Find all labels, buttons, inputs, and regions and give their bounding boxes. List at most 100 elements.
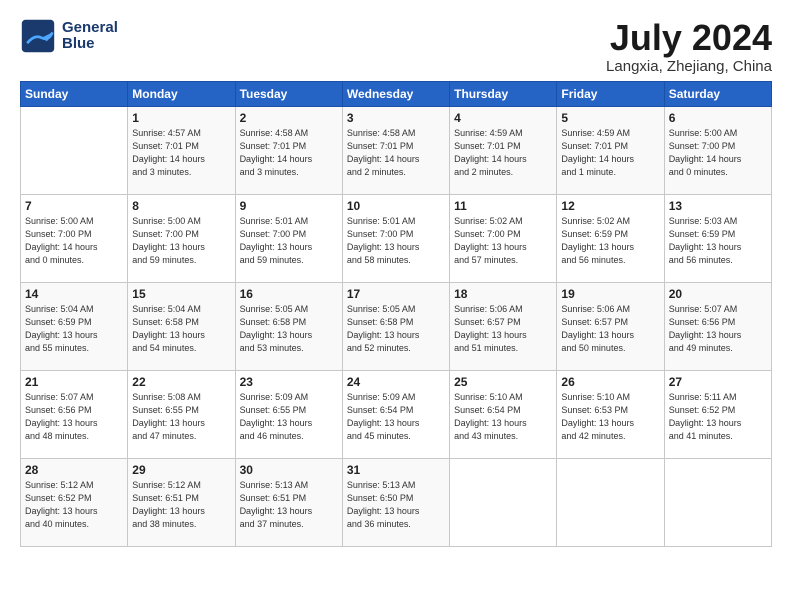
day-number: 19 [561, 287, 659, 301]
day-cell: 18Sunrise: 5:06 AMSunset: 6:57 PMDayligh… [450, 282, 557, 370]
day-number: 11 [454, 199, 552, 213]
day-cell: 27 Sunrise: 5:11 AMSunset: 6:52 PMDayligh… [664, 370, 771, 458]
title-block: July 2024 Langxia, Zhejiang, China [606, 18, 772, 75]
day-cell: 17 Sunrise: 5:05 AMSunset: 6:58 PMDayligh… [342, 282, 449, 370]
week-row-2: 7 Sunrise: 5:00 AMSunset: 7:00 PMDaylight… [21, 194, 772, 282]
day-info: Sunrise: 5:01 AMSunset: 7:00 PMDaylight:… [240, 215, 338, 267]
day-number: 18 [454, 287, 552, 301]
day-cell: 25Sunrise: 5:10 AMSunset: 6:54 PMDayligh… [450, 370, 557, 458]
day-cell: 12 Sunrise: 5:02 AMSunset: 6:59 PMDayligh… [557, 194, 664, 282]
day-info: Sunrise: 5:02 AMSunset: 7:00 PMDaylight:… [454, 215, 552, 267]
day-number: 22 [132, 375, 230, 389]
day-cell: 31Sunrise: 5:13 AMSunset: 6:50 PMDayligh… [342, 458, 449, 546]
day-cell: 1 Sunrise: 4:57 AMSunset: 7:01 PMDaylight… [128, 106, 235, 194]
day-info: Sunrise: 5:10 AMSunset: 6:53 PMDaylight:… [561, 391, 659, 443]
header: General Blue July 2024 Langxia, Zhejiang… [20, 18, 772, 75]
header-cell-monday: Monday [128, 81, 235, 106]
day-number: 15 [132, 287, 230, 301]
day-cell: 26 Sunrise: 5:10 AMSunset: 6:53 PMDayligh… [557, 370, 664, 458]
day-cell: 14 Sunrise: 5:04 AMSunset: 6:59 PMDayligh… [21, 282, 128, 370]
logo-text: General Blue [62, 20, 118, 53]
day-info: Sunrise: 5:11 AMSunset: 6:52 PMDaylight:… [669, 391, 767, 443]
day-info: Sunrise: 5:13 AMSunset: 6:51 PMDaylight:… [240, 479, 338, 531]
day-number: 9 [240, 199, 338, 213]
day-cell: 10Sunrise: 5:01 AMSunset: 7:00 PMDayligh… [342, 194, 449, 282]
day-cell [557, 458, 664, 546]
day-cell: 8 Sunrise: 5:00 AMSunset: 7:00 PMDaylight… [128, 194, 235, 282]
day-number: 29 [132, 463, 230, 477]
header-cell-tuesday: Tuesday [235, 81, 342, 106]
day-cell: 13Sunrise: 5:03 AMSunset: 6:59 PMDayligh… [664, 194, 771, 282]
day-info: Sunrise: 5:02 AMSunset: 6:59 PMDaylight:… [561, 215, 659, 267]
day-cell: 19 Sunrise: 5:06 AMSunset: 6:57 PMDayligh… [557, 282, 664, 370]
day-number: 5 [561, 111, 659, 125]
day-cell: 2Sunrise: 4:58 AMSunset: 7:01 PMDaylight… [235, 106, 342, 194]
day-cell: 11 Sunrise: 5:02 AMSunset: 7:00 PMDayligh… [450, 194, 557, 282]
header-cell-sunday: Sunday [21, 81, 128, 106]
day-cell: 7 Sunrise: 5:00 AMSunset: 7:00 PMDaylight… [21, 194, 128, 282]
day-cell: 30Sunrise: 5:13 AMSunset: 6:51 PMDayligh… [235, 458, 342, 546]
day-number: 3 [347, 111, 445, 125]
day-info: Sunrise: 5:00 AMSunset: 7:00 PMDaylight:… [25, 215, 123, 267]
day-number: 20 [669, 287, 767, 301]
day-cell: 5 Sunrise: 4:59 AMSunset: 7:01 PMDaylight… [557, 106, 664, 194]
header-cell-friday: Friday [557, 81, 664, 106]
day-info: Sunrise: 5:07 AMSunset: 6:56 PMDaylight:… [25, 391, 123, 443]
week-row-1: 1 Sunrise: 4:57 AMSunset: 7:01 PMDaylight… [21, 106, 772, 194]
day-info: Sunrise: 4:59 AMSunset: 7:01 PMDaylight:… [561, 127, 659, 179]
day-number: 8 [132, 199, 230, 213]
day-info: Sunrise: 5:12 AMSunset: 6:52 PMDaylight:… [25, 479, 123, 531]
day-number: 24 [347, 375, 445, 389]
day-info: Sunrise: 5:00 AMSunset: 7:00 PMDaylight:… [669, 127, 767, 179]
day-number: 6 [669, 111, 767, 125]
day-info: Sunrise: 5:07 AMSunset: 6:56 PMDaylight:… [669, 303, 767, 355]
day-info: Sunrise: 5:08 AMSunset: 6:55 PMDaylight:… [132, 391, 230, 443]
logo-icon [20, 18, 56, 54]
day-info: Sunrise: 4:57 AMSunset: 7:01 PMDaylight:… [132, 127, 230, 179]
day-number: 1 [132, 111, 230, 125]
day-number: 21 [25, 375, 123, 389]
day-info: Sunrise: 5:06 AMSunset: 6:57 PMDaylight:… [561, 303, 659, 355]
day-number: 27 [669, 375, 767, 389]
day-info: Sunrise: 5:00 AMSunset: 7:00 PMDaylight:… [132, 215, 230, 267]
week-row-5: 28Sunrise: 5:12 AMSunset: 6:52 PMDayligh… [21, 458, 772, 546]
day-number: 2 [240, 111, 338, 125]
day-info: Sunrise: 4:59 AMSunset: 7:01 PMDaylight:… [454, 127, 552, 179]
day-cell: 28Sunrise: 5:12 AMSunset: 6:52 PMDayligh… [21, 458, 128, 546]
day-info: Sunrise: 5:09 AMSunset: 6:55 PMDaylight:… [240, 391, 338, 443]
day-number: 7 [25, 199, 123, 213]
day-cell: 15Sunrise: 5:04 AMSunset: 6:58 PMDayligh… [128, 282, 235, 370]
day-cell: 6 Sunrise: 5:00 AMSunset: 7:00 PMDaylight… [664, 106, 771, 194]
day-cell [21, 106, 128, 194]
logo: General Blue [20, 18, 118, 54]
week-row-3: 14 Sunrise: 5:04 AMSunset: 6:59 PMDayligh… [21, 282, 772, 370]
day-info: Sunrise: 5:04 AMSunset: 6:59 PMDaylight:… [25, 303, 123, 355]
day-cell: 16Sunrise: 5:05 AMSunset: 6:58 PMDayligh… [235, 282, 342, 370]
day-info: Sunrise: 5:13 AMSunset: 6:50 PMDaylight:… [347, 479, 445, 531]
day-cell: 29Sunrise: 5:12 AMSunset: 6:51 PMDayligh… [128, 458, 235, 546]
day-number: 26 [561, 375, 659, 389]
day-number: 4 [454, 111, 552, 125]
day-cell: 21 Sunrise: 5:07 AMSunset: 6:56 PMDayligh… [21, 370, 128, 458]
day-cell: 4 Sunrise: 4:59 AMSunset: 7:01 PMDaylight… [450, 106, 557, 194]
day-cell: 23 Sunrise: 5:09 AMSunset: 6:55 PMDayligh… [235, 370, 342, 458]
day-number: 13 [669, 199, 767, 213]
day-info: Sunrise: 5:01 AMSunset: 7:00 PMDaylight:… [347, 215, 445, 267]
day-info: Sunrise: 4:58 AMSunset: 7:01 PMDaylight:… [347, 127, 445, 179]
calendar-table: SundayMondayTuesdayWednesdayThursdayFrid… [20, 81, 772, 547]
header-cell-saturday: Saturday [664, 81, 771, 106]
day-number: 16 [240, 287, 338, 301]
day-number: 23 [240, 375, 338, 389]
week-row-4: 21 Sunrise: 5:07 AMSunset: 6:56 PMDayligh… [21, 370, 772, 458]
day-cell [450, 458, 557, 546]
day-number: 14 [25, 287, 123, 301]
day-number: 17 [347, 287, 445, 301]
day-info: Sunrise: 5:10 AMSunset: 6:54 PMDaylight:… [454, 391, 552, 443]
main-title: July 2024 [606, 18, 772, 58]
day-number: 12 [561, 199, 659, 213]
day-cell: 9 Sunrise: 5:01 AMSunset: 7:00 PMDaylight… [235, 194, 342, 282]
header-cell-wednesday: Wednesday [342, 81, 449, 106]
day-info: Sunrise: 5:05 AMSunset: 6:58 PMDaylight:… [347, 303, 445, 355]
day-cell: 3 Sunrise: 4:58 AMSunset: 7:01 PMDaylight… [342, 106, 449, 194]
header-cell-thursday: Thursday [450, 81, 557, 106]
